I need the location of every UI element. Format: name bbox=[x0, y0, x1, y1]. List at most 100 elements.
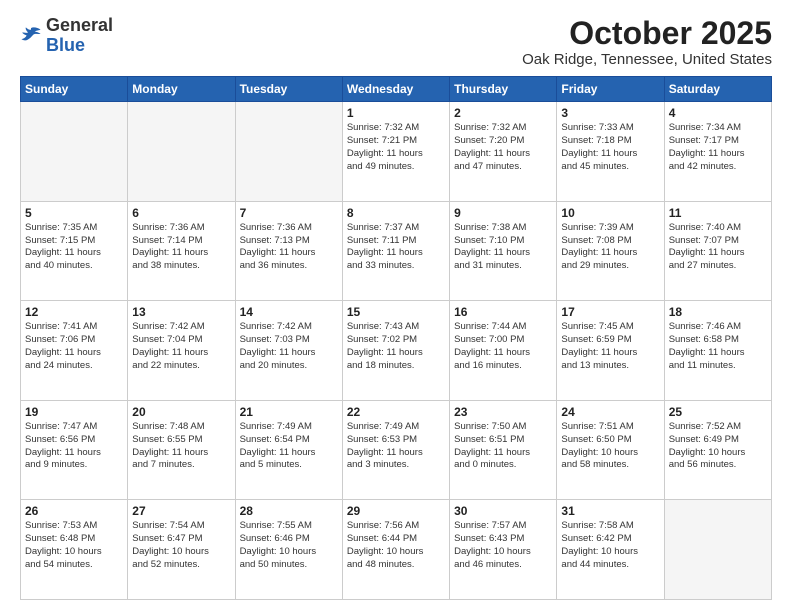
day-cell: 5 Sunrise: 7:35 AM Sunset: 7:15 PM Daylig… bbox=[21, 201, 128, 301]
day-info: Sunrise: 7:34 AM Sunset: 7:17 PM Dayligh… bbox=[669, 122, 767, 173]
day-number: 19 bbox=[25, 405, 123, 419]
day-info: Sunrise: 7:53 AM Sunset: 6:48 PM Dayligh… bbox=[25, 520, 123, 571]
weekday-header-sunday: Sunday bbox=[21, 77, 128, 102]
day-info: Sunrise: 7:37 AM Sunset: 7:11 PM Dayligh… bbox=[347, 222, 445, 273]
day-cell: 9 Sunrise: 7:38 AM Sunset: 7:10 PM Daylig… bbox=[450, 201, 557, 301]
day-number: 1 bbox=[347, 106, 445, 120]
day-info: Sunrise: 7:54 AM Sunset: 6:47 PM Dayligh… bbox=[132, 520, 230, 571]
day-number: 31 bbox=[561, 504, 659, 518]
calendar-page: General Blue October 2025 Oak Ridge, Ten… bbox=[0, 0, 792, 612]
day-info: Sunrise: 7:49 AM Sunset: 6:53 PM Dayligh… bbox=[347, 421, 445, 472]
calendar-header: SundayMondayTuesdayWednesdayThursdayFrid… bbox=[21, 77, 772, 102]
day-cell: 17 Sunrise: 7:45 AM Sunset: 6:59 PM Dayli… bbox=[557, 301, 664, 401]
day-number: 20 bbox=[132, 405, 230, 419]
day-number: 24 bbox=[561, 405, 659, 419]
day-info: Sunrise: 7:52 AM Sunset: 6:49 PM Dayligh… bbox=[669, 421, 767, 472]
day-cell: 30Sunrise: 7:57 AM Sunset: 6:43 PM Dayli… bbox=[450, 500, 557, 600]
day-number: 29 bbox=[347, 504, 445, 518]
day-number: 18 bbox=[669, 305, 767, 319]
day-number: 11 bbox=[669, 206, 767, 220]
day-cell: 20 Sunrise: 7:48 AM Sunset: 6:55 PM Dayli… bbox=[128, 400, 235, 500]
logo-text: General Blue bbox=[46, 16, 113, 56]
day-number: 9 bbox=[454, 206, 552, 220]
day-info: Sunrise: 7:35 AM Sunset: 7:15 PM Dayligh… bbox=[25, 222, 123, 273]
day-cell: 31 Sunrise: 7:58 AM Sunset: 6:42 PM Dayli… bbox=[557, 500, 664, 600]
day-cell: 10 Sunrise: 7:39 AM Sunset: 7:08 PM Dayli… bbox=[557, 201, 664, 301]
day-number: 4 bbox=[669, 106, 767, 120]
day-info: Sunrise: 7:48 AM Sunset: 6:55 PM Dayligh… bbox=[132, 421, 230, 472]
week-row-0: 1 Sunrise: 7:32 AM Sunset: 7:21 PM Daylig… bbox=[21, 102, 772, 202]
day-info: Sunrise: 7:42 AM Sunset: 7:03 PM Dayligh… bbox=[240, 321, 338, 372]
day-cell: 6Sunrise: 7:36 AM Sunset: 7:14 PM Daylig… bbox=[128, 201, 235, 301]
title-block: October 2025 Oak Ridge, Tennessee, Unite… bbox=[522, 16, 772, 68]
day-number: 14 bbox=[240, 305, 338, 319]
day-info: Sunrise: 7:40 AM Sunset: 7:07 PM Dayligh… bbox=[669, 222, 767, 273]
day-info: Sunrise: 7:38 AM Sunset: 7:10 PM Dayligh… bbox=[454, 222, 552, 273]
day-cell: 7 Sunrise: 7:36 AM Sunset: 7:13 PM Daylig… bbox=[235, 201, 342, 301]
weekday-header-monday: Monday bbox=[128, 77, 235, 102]
day-cell: 24 Sunrise: 7:51 AM Sunset: 6:50 PM Dayli… bbox=[557, 400, 664, 500]
day-info: Sunrise: 7:36 AM Sunset: 7:14 PM Dayligh… bbox=[132, 222, 230, 273]
day-cell: 12 Sunrise: 7:41 AM Sunset: 7:06 PM Dayli… bbox=[21, 301, 128, 401]
day-number: 12 bbox=[25, 305, 123, 319]
day-cell: 3 Sunrise: 7:33 AM Sunset: 7:18 PM Daylig… bbox=[557, 102, 664, 202]
day-info: Sunrise: 7:32 AM Sunset: 7:20 PM Dayligh… bbox=[454, 122, 552, 173]
day-info: Sunrise: 7:51 AM Sunset: 6:50 PM Dayligh… bbox=[561, 421, 659, 472]
day-info: Sunrise: 7:43 AM Sunset: 7:02 PM Dayligh… bbox=[347, 321, 445, 372]
day-cell: 25 Sunrise: 7:52 AM Sunset: 6:49 PM Dayli… bbox=[664, 400, 771, 500]
day-info: Sunrise: 7:32 AM Sunset: 7:21 PM Dayligh… bbox=[347, 122, 445, 173]
day-info: Sunrise: 7:41 AM Sunset: 7:06 PM Dayligh… bbox=[25, 321, 123, 372]
day-number: 16 bbox=[454, 305, 552, 319]
day-number: 26 bbox=[25, 504, 123, 518]
day-number: 23 bbox=[454, 405, 552, 419]
day-number: 8 bbox=[347, 206, 445, 220]
day-info: Sunrise: 7:45 AM Sunset: 6:59 PM Dayligh… bbox=[561, 321, 659, 372]
day-cell: 14 Sunrise: 7:42 AM Sunset: 7:03 PM Dayli… bbox=[235, 301, 342, 401]
day-number: 21 bbox=[240, 405, 338, 419]
calendar-title: October 2025 bbox=[522, 16, 772, 51]
day-cell: 11 Sunrise: 7:40 AM Sunset: 7:07 PM Dayli… bbox=[664, 201, 771, 301]
weekday-header-wednesday: Wednesday bbox=[342, 77, 449, 102]
day-number: 30 bbox=[454, 504, 552, 518]
week-row-2: 12 Sunrise: 7:41 AM Sunset: 7:06 PM Dayli… bbox=[21, 301, 772, 401]
week-row-1: 5 Sunrise: 7:35 AM Sunset: 7:15 PM Daylig… bbox=[21, 201, 772, 301]
day-cell: 21 Sunrise: 7:49 AM Sunset: 6:54 PM Dayli… bbox=[235, 400, 342, 500]
day-number: 25 bbox=[669, 405, 767, 419]
day-number: 13 bbox=[132, 305, 230, 319]
day-cell bbox=[21, 102, 128, 202]
day-number: 15 bbox=[347, 305, 445, 319]
day-cell bbox=[235, 102, 342, 202]
day-number: 17 bbox=[561, 305, 659, 319]
day-info: Sunrise: 7:55 AM Sunset: 6:46 PM Dayligh… bbox=[240, 520, 338, 571]
day-number: 3 bbox=[561, 106, 659, 120]
day-info: Sunrise: 7:49 AM Sunset: 6:54 PM Dayligh… bbox=[240, 421, 338, 472]
weekday-row: SundayMondayTuesdayWednesdayThursdayFrid… bbox=[21, 77, 772, 102]
day-cell: 13Sunrise: 7:42 AM Sunset: 7:04 PM Dayli… bbox=[128, 301, 235, 401]
day-cell bbox=[128, 102, 235, 202]
day-info: Sunrise: 7:50 AM Sunset: 6:51 PM Dayligh… bbox=[454, 421, 552, 472]
day-info: Sunrise: 7:39 AM Sunset: 7:08 PM Dayligh… bbox=[561, 222, 659, 273]
day-number: 7 bbox=[240, 206, 338, 220]
day-info: Sunrise: 7:33 AM Sunset: 7:18 PM Dayligh… bbox=[561, 122, 659, 173]
logo: General Blue bbox=[20, 16, 113, 56]
day-cell: 1 Sunrise: 7:32 AM Sunset: 7:21 PM Daylig… bbox=[342, 102, 449, 202]
day-number: 22 bbox=[347, 405, 445, 419]
day-cell: 28 Sunrise: 7:55 AM Sunset: 6:46 PM Dayli… bbox=[235, 500, 342, 600]
day-cell: 19 Sunrise: 7:47 AM Sunset: 6:56 PM Dayli… bbox=[21, 400, 128, 500]
day-number: 27 bbox=[132, 504, 230, 518]
day-cell: 27 Sunrise: 7:54 AM Sunset: 6:47 PM Dayli… bbox=[128, 500, 235, 600]
day-cell: 29Sunrise: 7:56 AM Sunset: 6:44 PM Dayli… bbox=[342, 500, 449, 600]
day-info: Sunrise: 7:36 AM Sunset: 7:13 PM Dayligh… bbox=[240, 222, 338, 273]
day-cell: 26 Sunrise: 7:53 AM Sunset: 6:48 PM Dayli… bbox=[21, 500, 128, 600]
day-number: 5 bbox=[25, 206, 123, 220]
day-number: 10 bbox=[561, 206, 659, 220]
weekday-header-thursday: Thursday bbox=[450, 77, 557, 102]
day-number: 28 bbox=[240, 504, 338, 518]
week-row-3: 19 Sunrise: 7:47 AM Sunset: 6:56 PM Dayli… bbox=[21, 400, 772, 500]
day-info: Sunrise: 7:47 AM Sunset: 6:56 PM Dayligh… bbox=[25, 421, 123, 472]
calendar-table: SundayMondayTuesdayWednesdayThursdayFrid… bbox=[20, 76, 772, 600]
day-cell: 8 Sunrise: 7:37 AM Sunset: 7:11 PM Daylig… bbox=[342, 201, 449, 301]
day-cell: 2 Sunrise: 7:32 AM Sunset: 7:20 PM Daylig… bbox=[450, 102, 557, 202]
day-number: 2 bbox=[454, 106, 552, 120]
day-info: Sunrise: 7:58 AM Sunset: 6:42 PM Dayligh… bbox=[561, 520, 659, 571]
